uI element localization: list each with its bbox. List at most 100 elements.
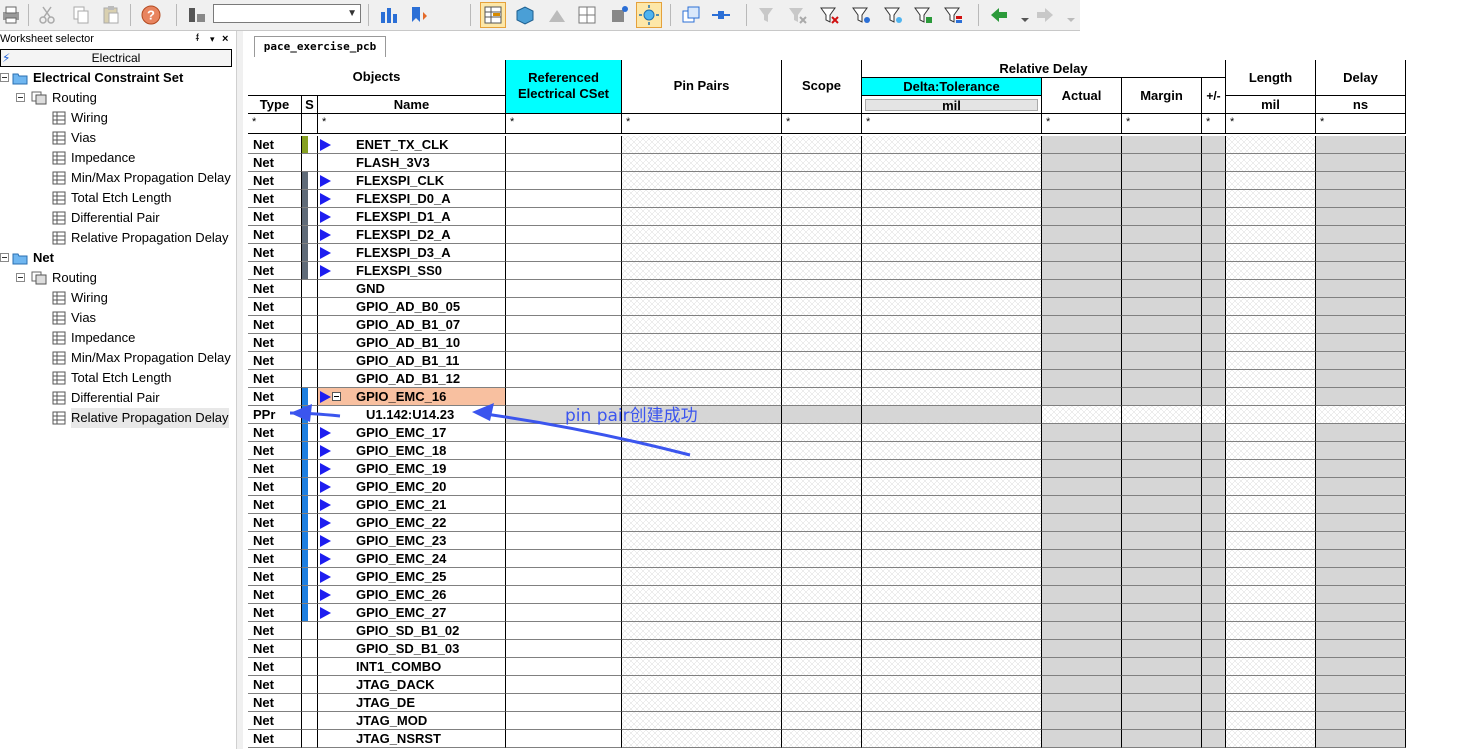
row-ref-cset-cell[interactable] — [506, 226, 622, 244]
row-length-cell[interactable] — [1226, 280, 1316, 298]
filter-cell-pin[interactable]: * — [622, 114, 782, 134]
row-type-cell[interactable]: Net — [248, 712, 302, 730]
row-scope-cell[interactable] — [782, 442, 862, 460]
cube-icon[interactable] — [514, 4, 536, 26]
row-margin-cell[interactable] — [1122, 712, 1202, 730]
row-delta-cell[interactable] — [862, 478, 1042, 496]
header-type[interactable]: Type — [248, 96, 302, 114]
funnel-x-icon[interactable] — [786, 4, 808, 26]
row-name-cell[interactable]: FLEXSPI_D0_A — [318, 190, 506, 208]
row-pin-cell[interactable] — [622, 550, 782, 568]
row-scope-cell[interactable] — [782, 622, 862, 640]
row-scope-cell[interactable] — [782, 388, 862, 406]
row-status-cell[interactable] — [302, 622, 318, 640]
row-delta-cell[interactable] — [862, 640, 1042, 658]
row-ref-cset-cell[interactable] — [506, 244, 622, 262]
row-ref-cset-cell[interactable] — [506, 334, 622, 352]
filter-cell-ref[interactable]: * — [506, 114, 622, 134]
row-pin-cell[interactable] — [622, 586, 782, 604]
filter-cell-s[interactable] — [302, 114, 318, 134]
row-actual-cell[interactable] — [1042, 586, 1122, 604]
panel-menu-icon[interactable]: ▾ — [210, 31, 215, 47]
row-scope-cell[interactable] — [782, 316, 862, 334]
filter-cell-delay[interactable]: * — [1316, 114, 1406, 134]
row-ref-cset-cell[interactable] — [506, 568, 622, 586]
row-type-cell[interactable]: Net — [248, 154, 302, 172]
row-margin-cell[interactable] — [1122, 262, 1202, 280]
row-pin-cell[interactable] — [622, 190, 782, 208]
row-length-cell[interactable] — [1226, 442, 1316, 460]
row-plusminus-cell[interactable] — [1202, 190, 1226, 208]
row-delay-cell[interactable] — [1316, 334, 1406, 352]
row-scope-cell[interactable] — [782, 208, 862, 226]
row-plusminus-cell[interactable] — [1202, 442, 1226, 460]
row-name-cell[interactable]: GPIO_EMC_19 — [318, 460, 506, 478]
row-status-cell[interactable] — [302, 712, 318, 730]
filter-cell-margin[interactable]: * — [1122, 114, 1202, 134]
row-pin-cell[interactable] — [622, 640, 782, 658]
tree-item[interactable]: Differential Pair — [0, 388, 236, 408]
row-scope-cell[interactable] — [782, 694, 862, 712]
row-actual-cell[interactable] — [1042, 694, 1122, 712]
row-pin-cell[interactable] — [622, 370, 782, 388]
row-plusminus-cell[interactable] — [1202, 640, 1226, 658]
row-type-cell[interactable]: Net — [248, 676, 302, 694]
row-delta-cell[interactable] — [862, 190, 1042, 208]
row-status-cell[interactable] — [302, 226, 318, 244]
row-delta-cell[interactable] — [862, 136, 1042, 154]
row-margin-cell[interactable] — [1122, 550, 1202, 568]
row-ref-cset-cell[interactable] — [506, 370, 622, 388]
bar-chart-icon[interactable] — [378, 4, 400, 26]
row-status-cell[interactable] — [302, 406, 318, 424]
document-tab[interactable]: pace_exercise_pcb — [254, 36, 386, 57]
row-name-cell[interactable]: FLEXSPI_D3_A — [318, 244, 506, 262]
filter-cell-name[interactable]: * — [318, 114, 506, 134]
row-plusminus-cell[interactable] — [1202, 730, 1226, 748]
row-actual-cell[interactable] — [1042, 568, 1122, 586]
filter-cell-type[interactable]: * — [248, 114, 302, 134]
row-length-cell[interactable] — [1226, 316, 1316, 334]
header-delta-tolerance[interactable]: Delta:Tolerance — [862, 78, 1042, 96]
tree-item[interactable]: Routing — [0, 268, 236, 288]
row-plusminus-cell[interactable] — [1202, 352, 1226, 370]
row-plusminus-cell[interactable] — [1202, 280, 1226, 298]
row-status-cell[interactable] — [302, 316, 318, 334]
row-status-cell[interactable] — [302, 676, 318, 694]
row-delta-cell[interactable] — [862, 712, 1042, 730]
row-plusminus-cell[interactable] — [1202, 694, 1226, 712]
row-name-cell[interactable]: GPIO_SD_B1_03 — [318, 640, 506, 658]
row-plusminus-cell[interactable] — [1202, 334, 1226, 352]
row-type-cell[interactable]: Net — [248, 388, 302, 406]
row-type-cell[interactable]: Net — [248, 478, 302, 496]
row-actual-cell[interactable] — [1042, 190, 1122, 208]
row-ref-cset-cell[interactable] — [506, 676, 622, 694]
row-actual-cell[interactable] — [1042, 676, 1122, 694]
row-delay-cell[interactable] — [1316, 640, 1406, 658]
row-margin-cell[interactable] — [1122, 676, 1202, 694]
row-name-cell[interactable]: FLEXSPI_CLK — [318, 172, 506, 190]
row-type-cell[interactable]: Net — [248, 568, 302, 586]
header-delay[interactable]: Delay — [1316, 60, 1406, 96]
row-plusminus-cell[interactable] — [1202, 550, 1226, 568]
tree-item[interactable]: Total Etch Length — [0, 188, 236, 208]
row-length-cell[interactable] — [1226, 334, 1316, 352]
row-status-cell[interactable] — [302, 586, 318, 604]
row-type-cell[interactable]: Net — [248, 370, 302, 388]
row-delay-cell[interactable] — [1316, 586, 1406, 604]
delta-unit-label[interactable]: mil — [865, 99, 1038, 112]
filter-cell-actual[interactable]: * — [1042, 114, 1122, 134]
row-type-cell[interactable]: Net — [248, 424, 302, 442]
header-s[interactable]: S — [302, 96, 318, 114]
row-ref-cset-cell[interactable] — [506, 514, 622, 532]
forward-dropdown-icon[interactable] — [1060, 4, 1075, 26]
row-actual-cell[interactable] — [1042, 460, 1122, 478]
row-type-cell[interactable]: Net — [248, 208, 302, 226]
row-length-cell[interactable] — [1226, 370, 1316, 388]
row-name-cell[interactable]: GPIO_EMC_25 — [318, 568, 506, 586]
row-actual-cell[interactable] — [1042, 136, 1122, 154]
row-name-cell[interactable]: INT1_COMBO — [318, 658, 506, 676]
row-scope-cell[interactable] — [782, 532, 862, 550]
row-length-cell[interactable] — [1226, 478, 1316, 496]
row-margin-cell[interactable] — [1122, 604, 1202, 622]
row-pin-cell[interactable] — [622, 694, 782, 712]
